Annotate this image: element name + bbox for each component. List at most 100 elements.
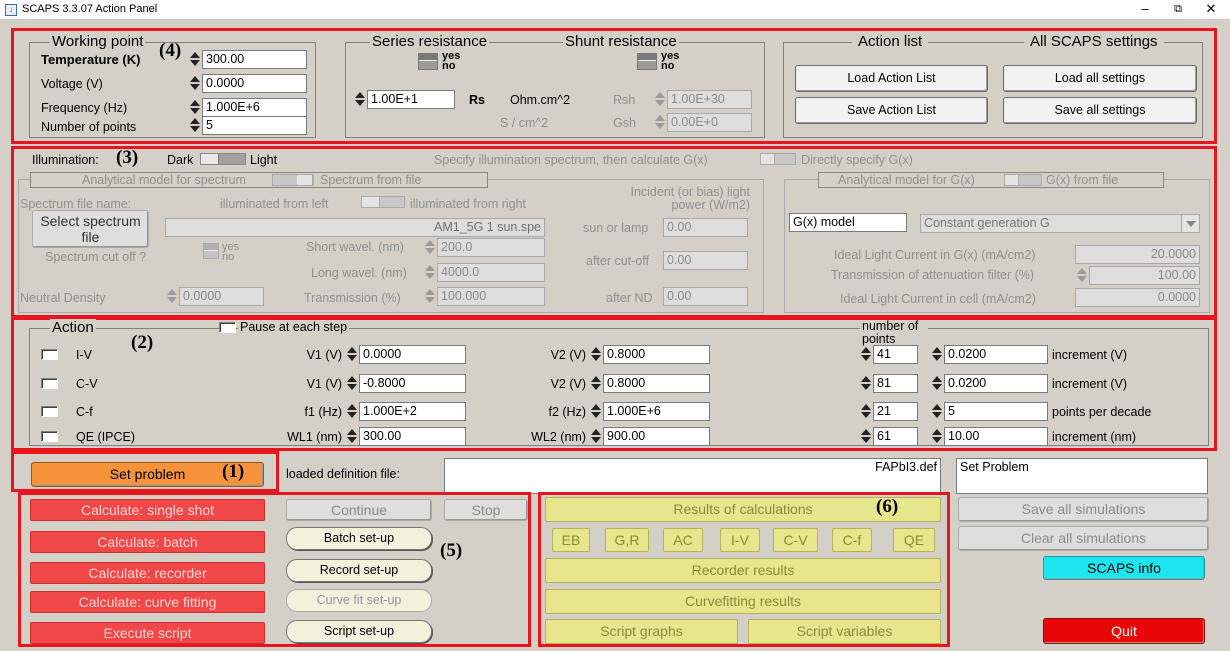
param1-spinner[interactable] [346,375,358,392]
script-variables-button[interactable]: Script variables [748,619,941,644]
spectrum-file-name-label: Spectrum file name: [20,197,132,211]
scaps-info-button[interactable]: SCAPS info [1043,556,1205,580]
result-tab-4[interactable]: C-V [773,528,818,552]
illuminated-left-label: illuminated from left [220,197,329,211]
action-checkbox-3[interactable] [41,431,58,442]
points-spinner[interactable] [860,428,872,445]
param2-spinner[interactable] [590,428,602,445]
param2-field[interactable]: 0.8000 [603,345,710,364]
rs-spinner[interactable] [354,91,366,108]
step-field[interactable]: 0.0200 [944,374,1048,393]
after-nd-field: 0.00 [663,287,748,306]
all-settings-legend: All SCAPS settings [1024,33,1164,50]
result-tab-2[interactable]: AC [663,528,703,552]
script-setup-button[interactable]: Script set-up [286,620,432,643]
pause-label: Pause at each step [238,320,350,334]
result-tab-3[interactable]: I-V [720,528,760,552]
step-spinner[interactable] [931,403,943,420]
temperature-spinner[interactable] [189,51,201,68]
result-tab-5[interactable]: C-f [832,528,872,552]
load-all-settings-button[interactable]: Load all settings [1003,65,1197,92]
step-field[interactable]: 0.0200 [944,345,1048,364]
points-field[interactable]: 5 [202,116,307,135]
gsh-spinner [654,114,666,131]
cutoff-no-label: no [222,251,235,263]
quit-button[interactable]: Quit [1043,618,1205,644]
dark-light-toggle[interactable] [200,153,246,165]
minimize-icon[interactable]: – [1130,1,1160,16]
attenuation-spinner [1076,267,1088,284]
recorder-results-button[interactable]: Recorder results [545,558,941,583]
param2-field[interactable]: 900.00 [603,427,710,446]
step-spinner[interactable] [931,375,943,392]
frequency-spinner[interactable] [189,99,201,116]
neutral-density-spinner [166,288,178,305]
action-checkbox-1[interactable] [41,378,58,389]
load-action-list-button[interactable]: Load Action List [795,65,988,92]
short-wavelength-label: Short wavel. (nm) [306,240,404,254]
save-all-settings-button[interactable]: Save all settings [1003,97,1197,124]
param1-field[interactable]: -0.8000 [359,374,466,393]
param1-spinner[interactable] [346,428,358,445]
voltage-field[interactable]: 0.0000 [202,74,307,93]
sun-lamp-field: 0.00 [663,218,748,237]
after-cutoff-label: after cut-off [586,254,649,268]
script-graphs-button[interactable]: Script graphs [545,619,738,644]
close-icon[interactable]: ✕ [1196,1,1226,17]
rs-field[interactable]: 1.00E+1 [367,90,455,109]
param1-field[interactable]: 300.00 [359,427,466,446]
calculate-curve-fitting-button[interactable]: Calculate: curve fitting [30,591,265,613]
result-tab-6[interactable]: QE [893,528,935,552]
points-field[interactable]: 41 [873,345,918,364]
maximize-icon[interactable]: ⧉ [1163,3,1193,16]
points-spinner[interactable] [860,346,872,363]
ideal-cell-label: Ideal Light Current in cell (mA/cm2) [840,292,1036,306]
param2-spinner[interactable] [590,346,602,363]
spectrum-file-field: AM1_5G 1 sun.spe [165,218,545,237]
step-field[interactable]: 5 [944,402,1048,421]
action-checkbox-2[interactable] [41,406,58,417]
calculate-batch-button[interactable]: Calculate: batch [30,531,265,553]
voltage-spinner[interactable] [189,75,201,92]
temperature-field[interactable]: 300.00 [202,50,307,69]
points-field[interactable]: 81 [873,374,918,393]
result-tab-0[interactable]: EB [552,528,590,552]
step-spinner[interactable] [931,346,943,363]
record-setup-button[interactable]: Record set-up [286,559,432,582]
param2-spinner[interactable] [590,403,602,420]
batch-setup-button[interactable]: Batch set-up [286,527,432,550]
cutoff-toggle [203,243,219,259]
points-field[interactable]: 21 [873,402,918,421]
curvefitting-results-button[interactable]: Curvefitting results [545,589,941,614]
param1-spinner[interactable] [346,403,358,420]
points-spinner[interactable] [860,403,872,420]
param1-spinner[interactable] [346,346,358,363]
execute-script-button[interactable]: Execute script [30,622,265,644]
directly-specify-label: Directly specify G(x) [801,153,913,167]
series-resistance-toggle[interactable] [418,53,438,70]
param1-field[interactable]: 1.000E+2 [359,402,466,421]
gx-from-file-label: G(x) from file [1046,173,1119,187]
illuminated-right-label: illuminated from right [410,197,527,211]
calculate-recorder-button[interactable]: Calculate: recorder [30,562,265,584]
param1-field[interactable]: 0.0000 [359,345,466,364]
param2-field[interactable]: 0.8000 [603,374,710,393]
pause-checkbox[interactable] [219,322,236,333]
step-field[interactable]: 10.00 [944,427,1048,446]
calculate-single-shot-button[interactable]: Calculate: single shot [30,499,265,521]
action-checkbox-0[interactable] [41,349,58,360]
label-1: (1) [222,461,245,482]
shunt-resistance-toggle[interactable] [637,53,657,70]
gx-source-toggle [1004,174,1042,186]
step-spinner[interactable] [931,428,943,445]
frequency-field[interactable]: 1.000E+6 [202,98,307,117]
points-spinner[interactable] [860,375,872,392]
save-action-list-button[interactable]: Save Action List [795,97,988,124]
result-tab-1[interactable]: G,R [605,528,649,552]
neutral-density-field: 0.0000 [179,287,264,306]
points-spinner[interactable] [189,117,201,134]
points-field[interactable]: 61 [873,427,918,446]
param2-spinner[interactable] [590,375,602,392]
long-wavelength-label: Long wavel. (nm) [311,266,407,280]
param2-field[interactable]: 1.000E+6 [603,402,710,421]
